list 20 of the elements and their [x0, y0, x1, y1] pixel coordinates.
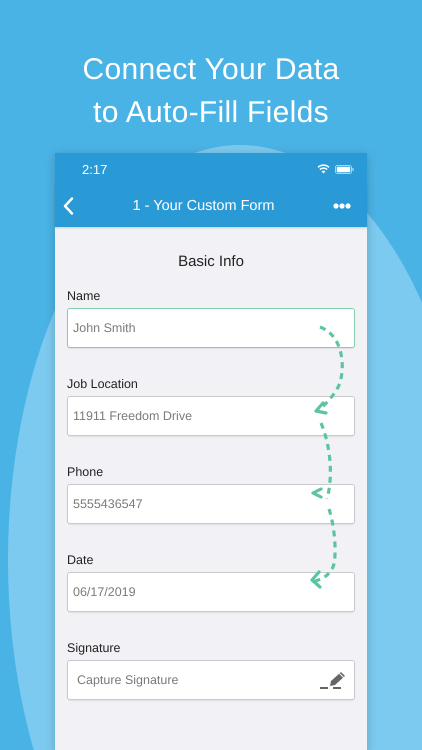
- signature-field[interactable]: Capture Signature: [67, 660, 355, 700]
- status-time: 2:17: [82, 162, 108, 176]
- field-label: Job Location: [67, 377, 139, 391]
- input-field[interactable]: 06/17/2019: [67, 572, 355, 612]
- back-icon[interactable]: [63, 197, 74, 215]
- pen-icon: [320, 670, 348, 690]
- battery-icon: [335, 164, 354, 174]
- field-label: Date: [67, 553, 94, 567]
- wifi-icon: [317, 164, 330, 174]
- headline: to Auto-Fill Fields: [93, 95, 329, 131]
- input-field[interactable]: John Smith: [67, 308, 355, 348]
- more-icon[interactable]: [332, 203, 351, 209]
- field-label: Name: [67, 289, 102, 303]
- field-label: Signature: [67, 641, 122, 655]
- field-label: Phone: [67, 465, 104, 479]
- headline: Connect Your Data: [82, 52, 340, 88]
- input-field[interactable]: 11911 Freedom Drive: [67, 396, 355, 436]
- nav-title: 1 - Your Custom Form: [132, 198, 274, 214]
- input-field[interactable]: 5555436547: [67, 484, 355, 524]
- section-title: Basic Info: [177, 253, 245, 270]
